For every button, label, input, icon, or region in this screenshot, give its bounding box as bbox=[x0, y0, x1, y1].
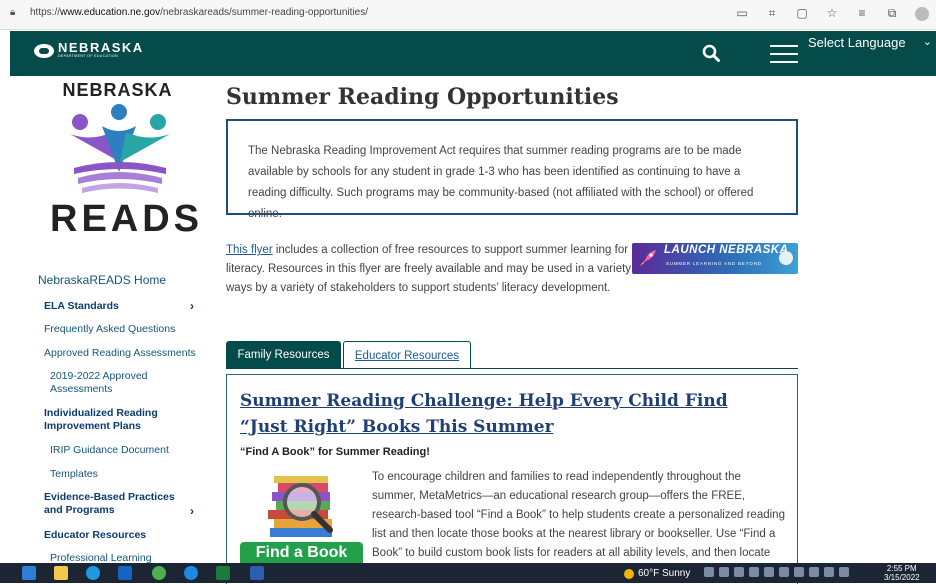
chevron-right-icon[interactable]: › bbox=[190, 504, 194, 518]
read-aloud-icon[interactable]: ▭ bbox=[734, 6, 750, 24]
challenge-heading-link[interactable]: Summer Reading Challenge: Help Every Chi… bbox=[240, 388, 780, 440]
tray-icon[interactable] bbox=[704, 567, 714, 577]
sidebar-item-2019-2022-assessments[interactable]: 2019-2022 Approved Assessments bbox=[50, 370, 170, 396]
weather-widget[interactable]: 60°F Sunny bbox=[624, 568, 690, 579]
nebraska-reads-logo: NEBRASKA READS bbox=[48, 80, 199, 245]
nde-logo[interactable]: NEBRASKA DEPARTMENT OF EDUCATION bbox=[34, 40, 144, 59]
state-seal-icon bbox=[779, 251, 793, 265]
volume-icon[interactable] bbox=[809, 567, 819, 577]
sidebar-item-approved-assessments[interactable]: Approved Reading Assessments bbox=[44, 347, 196, 360]
tab-family-resources[interactable]: Family Resources bbox=[226, 341, 341, 369]
chevron-down-icon: ⌄ bbox=[922, 36, 932, 48]
site-header: NEBRASKA DEPARTMENT OF EDUCATION bbox=[10, 31, 800, 76]
internet-explorer-icon[interactable] bbox=[184, 566, 198, 580]
logo-name: NEBRASKA bbox=[58, 40, 144, 55]
url-host: www.education.ne.gov bbox=[60, 7, 161, 18]
sidebar-item-evidence-based[interactable]: Evidence-Based Practices and Programs bbox=[44, 491, 184, 517]
sun-icon bbox=[624, 568, 634, 579]
logo-bottom-text: READS bbox=[50, 198, 204, 240]
browser-toolbar: 🔒︎ https://www.education.ne.gov/nebraskar… bbox=[0, 0, 936, 30]
sidebar-item-faq[interactable]: Frequently Asked Questions bbox=[44, 323, 175, 336]
clock-time: 2:55 PM bbox=[886, 564, 917, 573]
outlook-icon[interactable] bbox=[118, 566, 132, 580]
system-tray[interactable] bbox=[704, 567, 849, 577]
weather-text: 60°F Sunny bbox=[638, 568, 691, 579]
sidebar-item-templates[interactable]: Templates bbox=[50, 468, 98, 481]
language-label: Select Language bbox=[808, 35, 906, 50]
chrome-icon[interactable] bbox=[152, 566, 166, 580]
tab-educator-resources[interactable]: Educator Resources bbox=[343, 341, 471, 369]
banner-subtitle: SUMMER LEARNING AND BEYOND bbox=[666, 261, 762, 266]
lock-icon: 🔒︎ bbox=[10, 7, 16, 18]
favorites-list-icon[interactable]: ≡ bbox=[854, 6, 870, 24]
tray-icon[interactable] bbox=[794, 567, 804, 577]
sidebar-item-irip[interactable]: Individualized Reading Improvement Plans bbox=[44, 407, 174, 433]
address-bar[interactable]: 🔒︎ https://www.education.ne.gov/nebraskar… bbox=[10, 7, 368, 18]
launch-nebraska-banner[interactable]: LAUNCH NEBRASKA SUMMER LEARNING AND BEYO… bbox=[632, 243, 798, 274]
flyer-link[interactable]: This flyer bbox=[226, 244, 273, 256]
file-explorer-icon[interactable] bbox=[54, 566, 68, 580]
tray-icon[interactable] bbox=[734, 567, 744, 577]
tray-icon[interactable] bbox=[719, 567, 729, 577]
flyer-paragraph: This flyer includes a collection of free… bbox=[226, 241, 666, 298]
tray-icon[interactable] bbox=[764, 567, 774, 577]
banner-title: LAUNCH NEBRASKA bbox=[664, 244, 789, 256]
intro-callout: The Nebraska Reading Improvement Act req… bbox=[226, 119, 798, 220]
system-clock[interactable]: 2:55 PM 3/15/2022 bbox=[884, 564, 920, 582]
flyer-description: includes a collection of free resources … bbox=[226, 244, 644, 294]
sidebar-item-educator-resources[interactable]: Educator Resources bbox=[44, 529, 146, 542]
immersive-reader-icon[interactable]: ▢ bbox=[794, 6, 810, 24]
excel-icon[interactable] bbox=[216, 566, 230, 580]
profile-avatar[interactable] bbox=[914, 6, 930, 24]
reading-figures-icon bbox=[70, 104, 170, 193]
sidebar-home-link[interactable]: NebraskaREADS Home bbox=[38, 273, 166, 287]
word-icon[interactable] bbox=[250, 566, 264, 580]
windows-taskbar: 60°F Sunny 2:55 PM 3/15/2022 bbox=[0, 563, 936, 583]
collections-icon[interactable]: ⧉ bbox=[884, 6, 900, 24]
favorite-star-icon[interactable]: ☆ bbox=[824, 6, 840, 24]
clock-date: 3/15/2022 bbox=[884, 573, 920, 582]
tray-icon[interactable] bbox=[749, 567, 759, 577]
url-path: /nebraskareads/summer-reading-opportunit… bbox=[160, 7, 368, 18]
notification-icon[interactable] bbox=[839, 567, 849, 577]
intro-text: The Nebraska Reading Improvement Act req… bbox=[248, 145, 754, 220]
url-prefix: https:// bbox=[30, 7, 61, 18]
tray-icon[interactable] bbox=[779, 567, 789, 577]
sidebar-item-ela-standards[interactable]: ELA Standards bbox=[44, 300, 119, 313]
rocket-icon bbox=[640, 250, 656, 266]
nebraska-seal-icon bbox=[34, 43, 54, 58]
logo-top-text: NEBRASKA bbox=[62, 80, 173, 100]
find-a-book-button[interactable]: Find a Book bbox=[240, 542, 363, 564]
search-icon[interactable] bbox=[702, 44, 720, 62]
challenge-subheading: “Find A Book” for Summer Reading! bbox=[240, 446, 430, 458]
page-title: Summer Reading Opportunities bbox=[226, 84, 619, 110]
chevron-right-icon[interactable]: › bbox=[190, 299, 194, 313]
app-icon[interactable]: ⌗ bbox=[764, 6, 780, 24]
edge-browser-icon[interactable] bbox=[86, 566, 100, 580]
find-a-book-description: To encourage children and families to re… bbox=[372, 471, 785, 559]
task-view-icon[interactable] bbox=[22, 566, 36, 580]
network-icon[interactable] bbox=[824, 567, 834, 577]
tabs-divider bbox=[226, 368, 798, 369]
language-selector[interactable]: Select Language ⌄ bbox=[800, 31, 936, 76]
sidebar-item-irip-guidance[interactable]: IRIP Guidance Document bbox=[50, 444, 169, 457]
hamburger-menu-icon[interactable] bbox=[770, 45, 798, 65]
